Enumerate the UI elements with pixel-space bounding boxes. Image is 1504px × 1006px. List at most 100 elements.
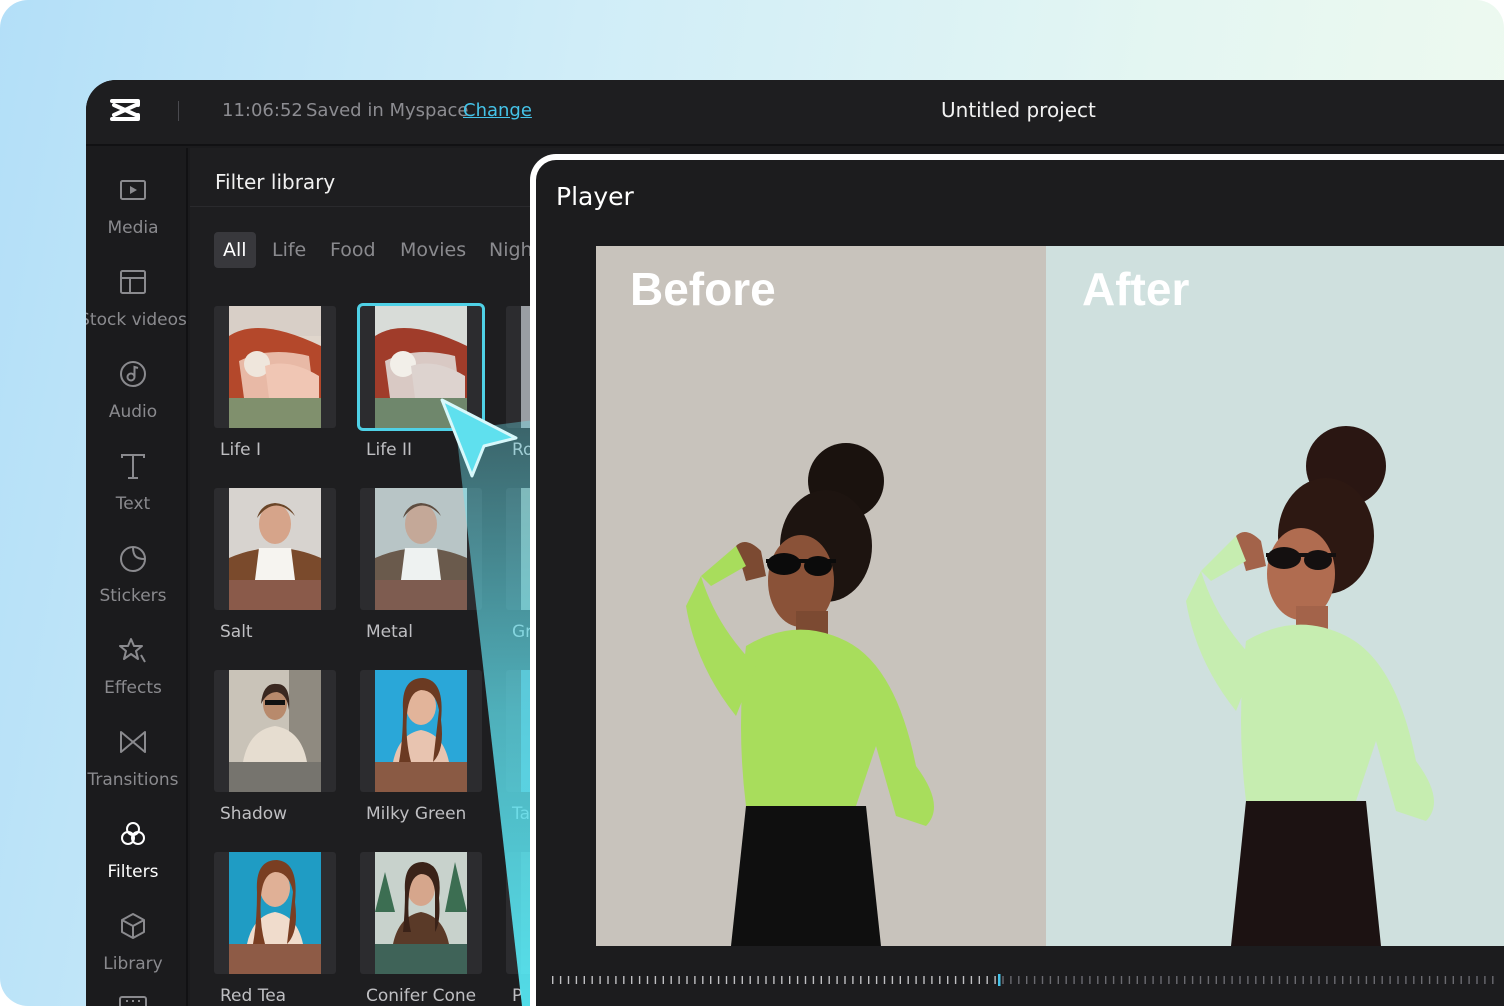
ruler-tick <box>757 976 759 984</box>
transitions-icon <box>120 731 146 753</box>
timeline-ruler[interactable] <box>550 974 1500 986</box>
sidebar-label-filters: Filters <box>107 862 159 882</box>
ruler-tick <box>741 976 743 984</box>
ruler-tick <box>1421 976 1423 984</box>
capcut-logo-icon[interactable] <box>108 96 142 124</box>
ruler-tick <box>1097 976 1099 984</box>
sidebar-label-text: Text <box>115 494 151 514</box>
ruler-tick <box>638 976 641 984</box>
filter-card-salt[interactable] <box>214 488 336 610</box>
ruler-tick <box>1263 976 1265 984</box>
more-icon[interactable] <box>119 996 147 1006</box>
ruler-tick <box>1278 976 1281 984</box>
tab-night[interactable]: Nigh <box>489 232 533 268</box>
ruler-tick <box>1334 976 1336 984</box>
ruler-tick <box>1136 976 1138 984</box>
filter-label: Shadow <box>220 804 288 824</box>
tab-life[interactable]: Life <box>272 232 306 268</box>
ruler-tick <box>654 976 657 984</box>
ruler-tick <box>1002 976 1004 984</box>
ruler-tick <box>1444 976 1447 984</box>
panel-title: Filter library <box>215 170 336 194</box>
ruler-tick <box>1089 976 1091 984</box>
tab-food[interactable]: Food <box>330 232 376 268</box>
sidebar-item-media[interactable]: Media <box>86 176 188 256</box>
ruler-tick <box>559 976 562 984</box>
ruler-tick <box>1318 976 1320 984</box>
ruler-tick <box>552 976 554 984</box>
sidebar-label-media: Media <box>107 218 159 238</box>
filter-card-conifer-cone[interactable] <box>360 852 482 974</box>
ruler-tick <box>670 976 672 984</box>
ruler-tick <box>804 976 807 984</box>
ruler-tick <box>1168 976 1170 984</box>
filter-thumbnail <box>229 488 321 610</box>
ruler-tick <box>875 976 878 984</box>
ruler-tick <box>828 976 830 984</box>
ruler-tick <box>575 976 578 984</box>
filters-icon <box>121 822 145 845</box>
before-image: Before <box>596 246 1046 946</box>
ruler-tick <box>1018 976 1020 984</box>
sidebar-item-stock-videos[interactable]: Stock videos <box>86 268 188 348</box>
filter-label: Ta <box>512 804 530 824</box>
ruler-tick <box>615 976 617 984</box>
ruler-tick <box>1144 976 1146 984</box>
ruler-tick <box>1436 976 1439 984</box>
before-label: Before <box>630 263 776 315</box>
filter-card-red-tea[interactable] <box>214 852 336 974</box>
ruler-tick <box>970 976 973 984</box>
ruler-tick <box>1326 976 1328 984</box>
playhead[interactable] <box>998 974 1001 986</box>
project-title[interactable]: Untitled project <box>941 99 1096 121</box>
filter-thumbnail <box>375 488 467 610</box>
media-icon <box>120 180 146 200</box>
ruler-tick <box>994 976 996 984</box>
sidebar-item-effects[interactable]: Effects <box>86 636 188 716</box>
ruler-tick <box>1492 976 1494 984</box>
sidebar-item-audio[interactable]: Audio <box>86 360 188 440</box>
ruler-tick <box>1255 976 1257 984</box>
save-time: 11:06:52 <box>222 100 303 121</box>
filter-label: Metal <box>366 622 413 642</box>
sidebar-item-filters[interactable]: Filters <box>86 820 188 900</box>
topbar-divider <box>178 101 179 121</box>
ruler-tick <box>947 976 949 984</box>
before-after-preview[interactable]: Before After <box>596 246 1504 946</box>
ruler-tick <box>1413 976 1415 984</box>
ruler-tick <box>1191 976 1194 984</box>
ruler-tick <box>868 976 870 984</box>
ruler-tick <box>1215 976 1217 984</box>
ruler-tick <box>599 976 601 984</box>
sidebar-label-audio: Audio <box>108 402 158 422</box>
filter-card-shadow[interactable] <box>214 670 336 792</box>
filter-thumbnail <box>229 670 321 792</box>
ruler-tick <box>765 976 767 984</box>
change-location-link[interactable]: Change <box>463 100 532 122</box>
sidebar-item-stickers[interactable]: Stickers <box>86 544 188 624</box>
sidebar-item-library[interactable]: Library <box>86 912 188 992</box>
after-label: After <box>1082 263 1190 315</box>
ruler-tick <box>678 976 680 984</box>
sidebar: Media Stock videos Audio Text Stickers E… <box>86 148 188 1006</box>
tab-movies[interactable]: Movies <box>400 232 466 268</box>
filter-card-metal[interactable] <box>360 488 482 610</box>
stock-videos-icon <box>120 270 146 294</box>
ruler-tick <box>1373 976 1375 984</box>
ruler-tick <box>907 976 909 984</box>
before-photo <box>596 246 1046 946</box>
sidebar-item-transitions[interactable]: Transitions <box>86 728 188 808</box>
filter-card-life-i[interactable] <box>214 306 336 428</box>
sidebar-item-text[interactable]: Text <box>86 452 188 532</box>
ruler-tick <box>1223 976 1225 984</box>
ruler-tick <box>1105 976 1107 984</box>
ruler-tick <box>836 976 838 984</box>
filter-card-milky-green[interactable] <box>360 670 482 792</box>
ruler-tick <box>1112 976 1115 984</box>
after-image: After <box>1046 246 1504 946</box>
tab-all[interactable]: All <box>214 232 256 268</box>
ruler-tick <box>1397 976 1399 984</box>
ruler-tick <box>939 976 941 984</box>
player-title: Player <box>556 182 634 211</box>
library-icon <box>121 913 145 939</box>
